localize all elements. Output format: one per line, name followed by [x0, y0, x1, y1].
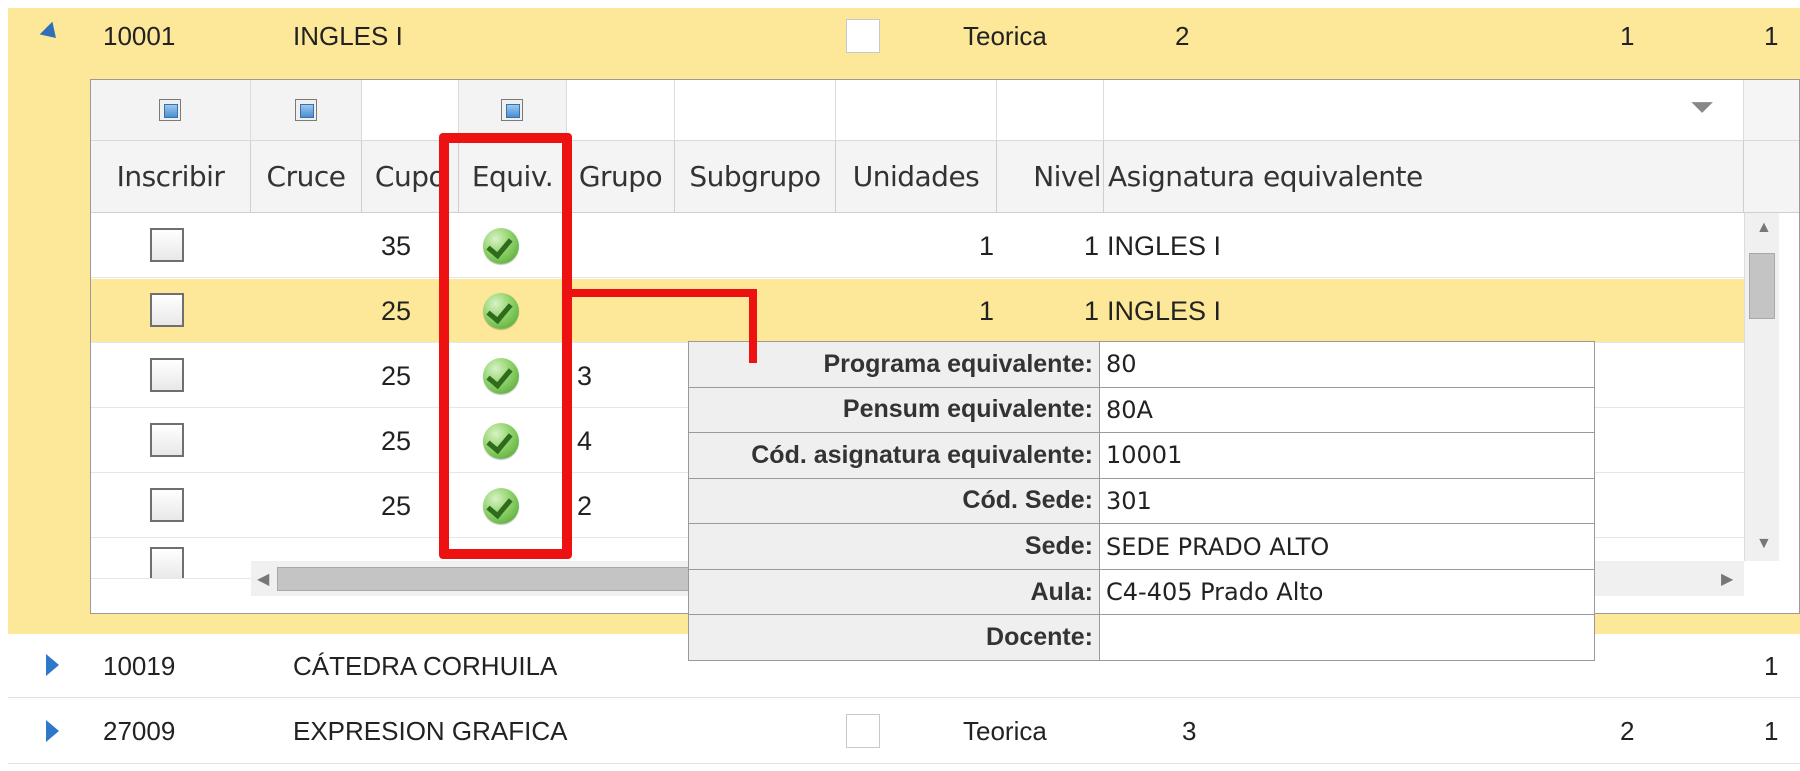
nivel-value: 1	[1084, 296, 1100, 326]
filter-cell-asignatura[interactable]	[1104, 80, 1744, 140]
header-subgrupo[interactable]: Subgrupo	[675, 141, 836, 213]
course-checkbox[interactable]	[846, 19, 880, 53]
annotation-connector	[572, 289, 757, 297]
header-grupo[interactable]: Grupo	[567, 141, 675, 213]
tooltip-value: 301	[1099, 477, 1595, 525]
tooltip-key: Docente:	[688, 614, 1100, 661]
inscribir-checkbox[interactable]	[150, 228, 184, 262]
tooltip-value	[1099, 614, 1595, 661]
asignatura-value: INGLES I	[1107, 231, 1222, 261]
filter-cell-equiv	[459, 80, 567, 140]
header-unidades[interactable]: Unidades	[836, 141, 997, 213]
cupo-value: 25	[381, 426, 412, 456]
course-code: 27009	[103, 716, 176, 746]
course-name: INGLES I	[293, 21, 403, 51]
grupo-value: 2	[577, 491, 593, 521]
tooltip-key: Pensum equivalente:	[688, 386, 1100, 434]
course-col-a: 2	[1175, 21, 1190, 51]
course-col-c: 1	[1764, 21, 1779, 51]
filter-cell-inscribir	[91, 80, 251, 140]
course-col-c: 1	[1764, 716, 1779, 746]
filter-toggle-icon[interactable]	[295, 99, 317, 121]
course-col-b: 2	[1620, 716, 1635, 746]
inscribir-checkbox[interactable]	[150, 488, 184, 522]
collapse-triangle-icon[interactable]	[39, 21, 63, 45]
filter-cell-subgrupo[interactable]	[675, 80, 836, 140]
tooltip-value: SEDE PRADO ALTO	[1099, 523, 1595, 570]
tooltip-key: Sede:	[688, 523, 1100, 570]
cupo-value: 25	[381, 361, 412, 391]
course-checkbox[interactable]	[846, 714, 880, 748]
unidades-value: 1	[979, 296, 995, 326]
tooltip-row: Pensum equivalente: 80A	[688, 386, 1595, 434]
column-header-row: Inscribir Cruce Cupo Equiv. Grupo Subgru…	[91, 141, 1799, 213]
filter-toggle-icon[interactable]	[159, 99, 181, 121]
asignatura-value: INGLES I	[1107, 296, 1222, 326]
tooltip-value: 80A	[1099, 386, 1595, 434]
filter-cell-cupo[interactable]	[362, 80, 459, 140]
tooltip-row: Sede: SEDE PRADO ALTO	[688, 523, 1595, 570]
funnel-icon[interactable]: ⏷	[1690, 91, 1714, 125]
tooltip-key: Cód. Sede:	[688, 477, 1100, 525]
tooltip-row: Programa equivalente: 80	[688, 341, 1595, 388]
course-name: CÁTEDRA CORHUILA	[293, 651, 558, 681]
tooltip-value: C4-405 Prado Alto	[1099, 568, 1595, 616]
annotation-connector	[749, 289, 757, 363]
equivalence-tooltip: Programa equivalente: 80 Pensum equivale…	[688, 341, 1595, 661]
header-asignatura-equivalente[interactable]: Asignatura equivalente	[1104, 141, 1744, 213]
horizontal-scroll-thumb[interactable]	[277, 567, 737, 591]
cupo-value: 25	[381, 491, 412, 521]
header-nivel[interactable]: Nivel	[997, 141, 1104, 213]
filter-cell-nivel[interactable]	[997, 80, 1104, 140]
scroll-down-icon[interactable]: ▼	[1756, 535, 1772, 553]
inscribir-checkbox[interactable]	[150, 358, 184, 392]
inscribir-checkbox[interactable]	[150, 423, 184, 457]
header-cruce[interactable]: Cruce	[251, 141, 362, 213]
cupo-value: 25	[381, 296, 412, 326]
course-name: EXPRESION GRAFICA	[293, 716, 568, 746]
course-code: 10001	[103, 21, 176, 51]
scroll-up-icon[interactable]: ▲	[1756, 219, 1772, 237]
inscribir-checkbox[interactable]	[150, 547, 184, 578]
filter-cell-cruce	[251, 80, 362, 140]
tooltip-value: 10001	[1099, 432, 1595, 479]
course-col-a: 3	[1182, 716, 1197, 746]
scroll-right-icon[interactable]: ▶	[1721, 569, 1733, 589]
annotation-highlight-box	[439, 133, 572, 559]
course-col-c: 1	[1764, 651, 1779, 681]
table-row[interactable]: 35 1 1 INGLES I	[91, 214, 1744, 278]
course-col-b: 1	[1620, 21, 1635, 51]
filter-cell-unidades[interactable]	[836, 80, 997, 140]
grupo-value: 3	[577, 361, 593, 391]
tooltip-key: Aula:	[688, 568, 1100, 616]
course-code: 10019	[103, 651, 176, 681]
cupo-value: 35	[381, 231, 412, 261]
course-row-expanded[interactable]: 10001 INGLES I Teorica 2 1 1	[8, 8, 1800, 64]
tooltip-key: Cód. asignatura equivalente:	[688, 432, 1100, 479]
filter-row	[91, 80, 1799, 141]
header-inscribir[interactable]: Inscribir	[91, 141, 251, 213]
course-type: Teorica	[963, 21, 1047, 51]
course-type: Teorica	[963, 716, 1047, 746]
vertical-scroll-thumb[interactable]	[1749, 253, 1775, 319]
nivel-value: 1	[1084, 231, 1100, 261]
tooltip-row: Docente:	[688, 614, 1595, 661]
tooltip-row: Cód. Sede: 301	[688, 477, 1595, 525]
expand-triangle-icon[interactable]	[46, 654, 59, 676]
filter-toggle-icon[interactable]	[501, 99, 523, 121]
table-row-selected[interactable]: 25 1 1 INGLES I	[91, 279, 1744, 343]
inscribir-checkbox[interactable]	[150, 293, 184, 327]
unidades-value: 1	[979, 231, 995, 261]
course-row[interactable]: 27009 EXPRESION GRAFICA Teorica 3 2 1	[8, 698, 1800, 764]
expand-triangle-icon[interactable]	[46, 720, 59, 742]
grupo-value: 4	[577, 426, 593, 456]
tooltip-row: Cód. asignatura equivalente: 10001	[688, 432, 1595, 479]
filter-cell-grupo[interactable]	[567, 80, 675, 140]
vertical-scrollbar[interactable]: ▲ ▼	[1744, 213, 1779, 561]
tooltip-value: 80	[1099, 341, 1595, 388]
tooltip-row: Aula: C4-405 Prado Alto	[688, 568, 1595, 616]
scroll-left-icon[interactable]: ◀	[257, 569, 269, 589]
